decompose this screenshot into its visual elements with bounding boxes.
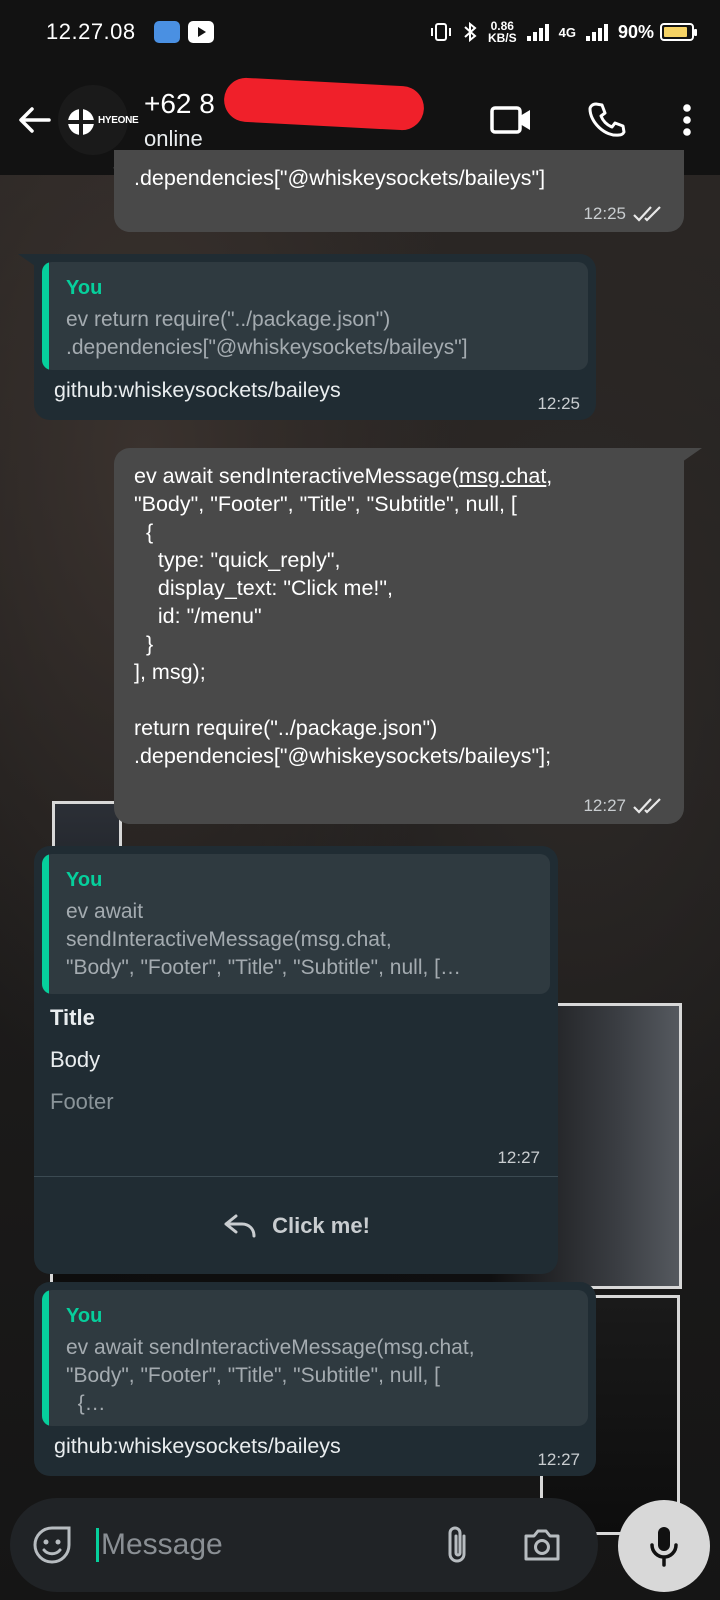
video-call-icon[interactable]	[490, 105, 532, 135]
message-meta: 12:27	[537, 1446, 580, 1474]
message-time: 12:27	[537, 1450, 580, 1469]
quote-author: You	[66, 869, 103, 891]
bluetooth-icon	[464, 21, 477, 43]
message-text: github:whiskeysockets/baileys	[54, 1434, 341, 1458]
avatar-logo-icon	[68, 108, 94, 135]
quote-text: ev await sendInteractiveMessage(msg.chat…	[66, 900, 462, 979]
quoted-message[interactable]: You ev await sendInteractiveMessage(msg.…	[42, 1290, 588, 1426]
signal-icon-2	[585, 23, 608, 41]
quote-author: You	[66, 277, 103, 299]
contact-status: online	[144, 125, 203, 151]
bubble-tail	[18, 254, 38, 268]
message-meta: 12:25	[537, 390, 580, 418]
message-time: 12:25	[583, 204, 626, 223]
contact-info[interactable]: +62 8 online	[144, 76, 426, 152]
mic-icon	[650, 1527, 678, 1567]
reply-icon	[224, 1214, 256, 1237]
avatar-text: HYEONE	[98, 114, 139, 126]
back-arrow-icon	[19, 106, 51, 133]
battery-indicator: 90%	[617, 21, 697, 43]
quote-text: ev return require("../package.json") .de…	[66, 308, 468, 359]
vibrate-icon	[430, 23, 451, 41]
avatar[interactable]: HYEONE	[58, 84, 139, 181]
voice-message-button[interactable]	[618, 1500, 710, 1592]
chat-link[interactable]: msg.chat	[459, 464, 546, 488]
message-time: 12:25	[537, 394, 580, 413]
interactive-footer: Footer	[50, 1089, 114, 1114]
interactive-title: Title	[50, 1005, 95, 1030]
network-speed-unit: KB/S	[487, 31, 517, 45]
redaction-mark	[222, 76, 426, 131]
read-receipt-icon	[633, 798, 661, 814]
code-text: ev await sendInteractiveMessage(	[134, 464, 460, 488]
quote-text: ev await sendInteractiveMessage(msg.chat…	[66, 1336, 475, 1415]
quoted-message[interactable]: You ev await sendInteractiveMessage(msg.…	[42, 854, 550, 994]
interactive-message[interactable]: You ev await sendInteractiveMessage(msg.…	[34, 846, 558, 1274]
message-meta: 12:25	[583, 200, 666, 228]
bubble-tail	[682, 448, 702, 462]
message-outgoing[interactable]: .dependencies["@whiskeysockets/baileys"]…	[114, 150, 684, 232]
code-text: ,	[546, 464, 553, 488]
interactive-body: Body	[50, 1047, 101, 1072]
message-incoming[interactable]: You ev await sendInteractiveMessage(msg.…	[34, 1282, 596, 1476]
sticker-icon[interactable]	[32, 1525, 72, 1565]
youtube-notification-icon	[187, 21, 214, 43]
message-time: 12:27	[583, 796, 626, 815]
contact-name: +62 8	[144, 87, 215, 119]
message-meta: 12:27	[497, 1144, 540, 1172]
code-body: "Body", "Footer", "Title", "Subtitle", n…	[134, 492, 552, 768]
app-notification-icon	[153, 21, 180, 43]
message-meta: 12:27	[583, 792, 666, 820]
message-time: 12:27	[497, 1148, 540, 1167]
network-speed: 0.86 KB/S	[488, 20, 517, 44]
battery-percent: 90%	[617, 21, 654, 42]
message-input[interactable]: Message	[96, 1528, 223, 1562]
message-composer: Message	[10, 1498, 598, 1592]
quick-reply-label: Click me!	[272, 1212, 370, 1238]
message-text: .dependencies["@whiskeysockets/baileys"]	[134, 166, 546, 190]
attach-icon[interactable]	[444, 1524, 472, 1566]
quoted-message[interactable]: You ev return require("../package.json")…	[42, 262, 588, 370]
read-receipt-icon	[633, 206, 661, 222]
message-text: github:whiskeysockets/baileys	[54, 378, 341, 402]
signal-icon	[526, 23, 549, 41]
back-button[interactable]	[14, 100, 54, 140]
quick-reply-button[interactable]: Click me!	[34, 1177, 558, 1274]
quote-author: You	[66, 1305, 103, 1327]
message-incoming[interactable]: You ev return require("../package.json")…	[34, 254, 596, 420]
camera-icon[interactable]	[522, 1527, 562, 1563]
status-bar: 12.27.08 0.86 KB/S 4G 90%	[0, 0, 720, 64]
battery-icon	[660, 23, 697, 41]
status-time: 12.27.08	[46, 19, 136, 44]
voice-call-icon[interactable]	[588, 101, 626, 139]
message-text: ev await sendInteractiveMessage(msg.chat…	[134, 462, 674, 770]
network-type: 4G	[558, 24, 576, 40]
more-options-icon[interactable]	[682, 103, 692, 137]
message-outgoing[interactable]: ev await sendInteractiveMessage(msg.chat…	[114, 448, 684, 824]
